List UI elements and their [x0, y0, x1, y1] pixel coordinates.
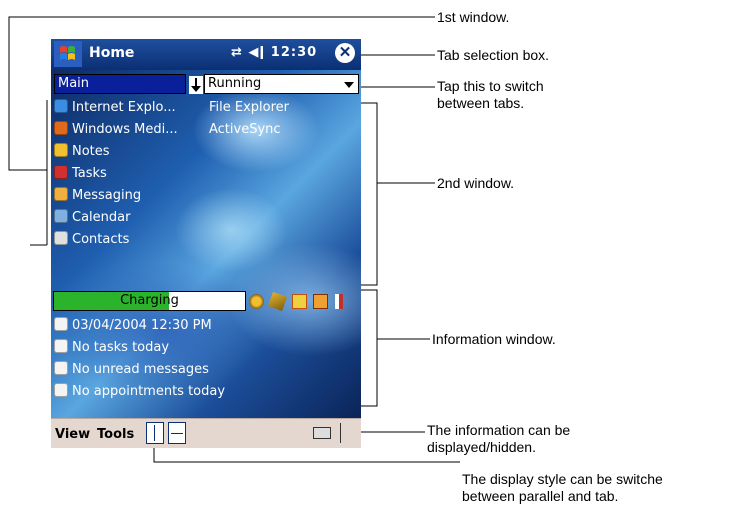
main-program-label: Tasks	[72, 166, 107, 181]
callout-info-toggle-2: displayed/hidden.	[427, 439, 536, 455]
start-menu-icon[interactable]	[54, 41, 82, 67]
main-program-label: Calendar	[72, 210, 131, 225]
tab-running-select[interactable]: Running	[204, 74, 359, 94]
contacts-icon	[54, 231, 68, 245]
main-program-item[interactable]: Internet Explo...	[54, 97, 178, 119]
info-item[interactable]: No unread messages	[54, 359, 225, 381]
tools-menu[interactable]: Tools	[97, 427, 134, 442]
info-item[interactable]: 03/04/2004 12:30 PM	[54, 315, 225, 337]
main-program-item[interactable]: Calendar	[54, 207, 178, 229]
today-content: Main Running Internet Explo... Windows Me…	[51, 70, 361, 418]
status-tray[interactable]: ⇄ ◀ǀ 12:30	[231, 45, 317, 60]
clock-icon	[54, 317, 68, 331]
tab-running-label: Running	[208, 76, 262, 91]
callout-display-style-2: between parallel and tab.	[462, 488, 619, 504]
messaging-icon	[54, 187, 68, 201]
envelope-icon	[54, 361, 68, 375]
chevron-down-icon	[344, 82, 354, 88]
headset-icon[interactable]	[249, 294, 264, 310]
notes-icon	[54, 143, 68, 157]
info-toggle-icon[interactable]	[313, 294, 329, 310]
callout-display-style-1: The display style can be switche	[462, 471, 663, 487]
main-program-label: Notes	[72, 144, 110, 159]
tab-main-select[interactable]: Main	[54, 74, 186, 94]
info-item[interactable]: No appointments today	[54, 381, 225, 403]
running-program-item[interactable]: File Explorer	[209, 97, 289, 119]
info-label: 03/04/2004 12:30 PM	[72, 318, 212, 333]
callout-info-window: Information window.	[432, 331, 556, 347]
main-program-label: Internet Explo...	[72, 100, 176, 115]
running-program-list: File Explorer ActiveSync	[209, 97, 289, 141]
main-program-item[interactable]: Contacts	[54, 229, 178, 251]
charging-label: Charging	[120, 293, 179, 308]
calendar-icon	[54, 209, 68, 223]
memory-card-icon[interactable]	[268, 292, 288, 312]
parallel-divider	[154, 425, 155, 441]
main-program-item[interactable]: Tasks	[54, 163, 178, 185]
tasks-icon	[54, 165, 68, 179]
info-list: 03/04/2004 12:30 PM No tasks today No unre…	[54, 315, 225, 403]
title-bar: Home ⇄ ◀ǀ 12:30 ✕	[51, 39, 361, 70]
tab-view-button[interactable]	[168, 422, 186, 444]
main-program-item[interactable]: Windows Medi...	[54, 119, 178, 141]
info-label: No tasks today	[72, 340, 170, 355]
volume-icon[interactable]	[334, 294, 343, 310]
windows-media-icon	[54, 121, 68, 135]
callout-first-window: 1st window.	[437, 9, 510, 25]
system-icons	[249, 292, 345, 312]
main-program-label: Contacts	[72, 232, 130, 247]
calendar-icon	[54, 383, 68, 397]
callout-tab-selection: Tab selection box.	[437, 47, 550, 63]
callout-info-toggle-1: The information can be	[427, 422, 571, 438]
main-program-list: Internet Explo... Windows Medi... Notes Tas…	[54, 97, 178, 251]
app-title: Home	[89, 45, 135, 61]
input-toggle-divider	[340, 423, 341, 443]
keyboard-icon[interactable]	[313, 427, 331, 439]
tab-switch-arrow-icon[interactable]	[189, 76, 203, 94]
main-program-item[interactable]: Notes	[54, 141, 178, 163]
info-label: No unread messages	[72, 362, 209, 377]
tasks-icon	[54, 339, 68, 353]
beam-icon[interactable]	[291, 294, 307, 310]
callout-second-window: 2nd window.	[437, 175, 515, 191]
running-program-label: File Explorer	[209, 100, 290, 115]
tab-main-label: Main	[58, 76, 90, 91]
main-program-label: Messaging	[72, 188, 142, 203]
main-program-item[interactable]: Messaging	[54, 185, 178, 207]
menu-bar: View Tools	[51, 418, 361, 448]
info-item[interactable]: No tasks today	[54, 337, 225, 359]
parallel-view-button[interactable]	[146, 422, 164, 444]
tab-divider	[171, 433, 183, 434]
charging-bar: Charging	[53, 291, 246, 311]
close-button[interactable]: ✕	[335, 43, 355, 63]
callout-tap-switch-2: between tabs.	[437, 95, 525, 111]
main-program-label: Windows Medi...	[72, 122, 178, 137]
running-program-item[interactable]: ActiveSync	[209, 119, 289, 141]
view-menu[interactable]: View	[55, 427, 90, 442]
callout-tap-switch-1: Tap this to switch	[437, 78, 544, 94]
running-program-label: ActiveSync	[209, 122, 281, 137]
internet-explorer-icon	[54, 99, 68, 113]
pocket-pc-screen: Home ⇄ ◀ǀ 12:30 ✕ Main Running Internet …	[51, 39, 361, 448]
information-window: Charging 03/04/2004 12:30 PM No tasks tod…	[51, 291, 361, 421]
info-label: No appointments today	[72, 384, 226, 399]
